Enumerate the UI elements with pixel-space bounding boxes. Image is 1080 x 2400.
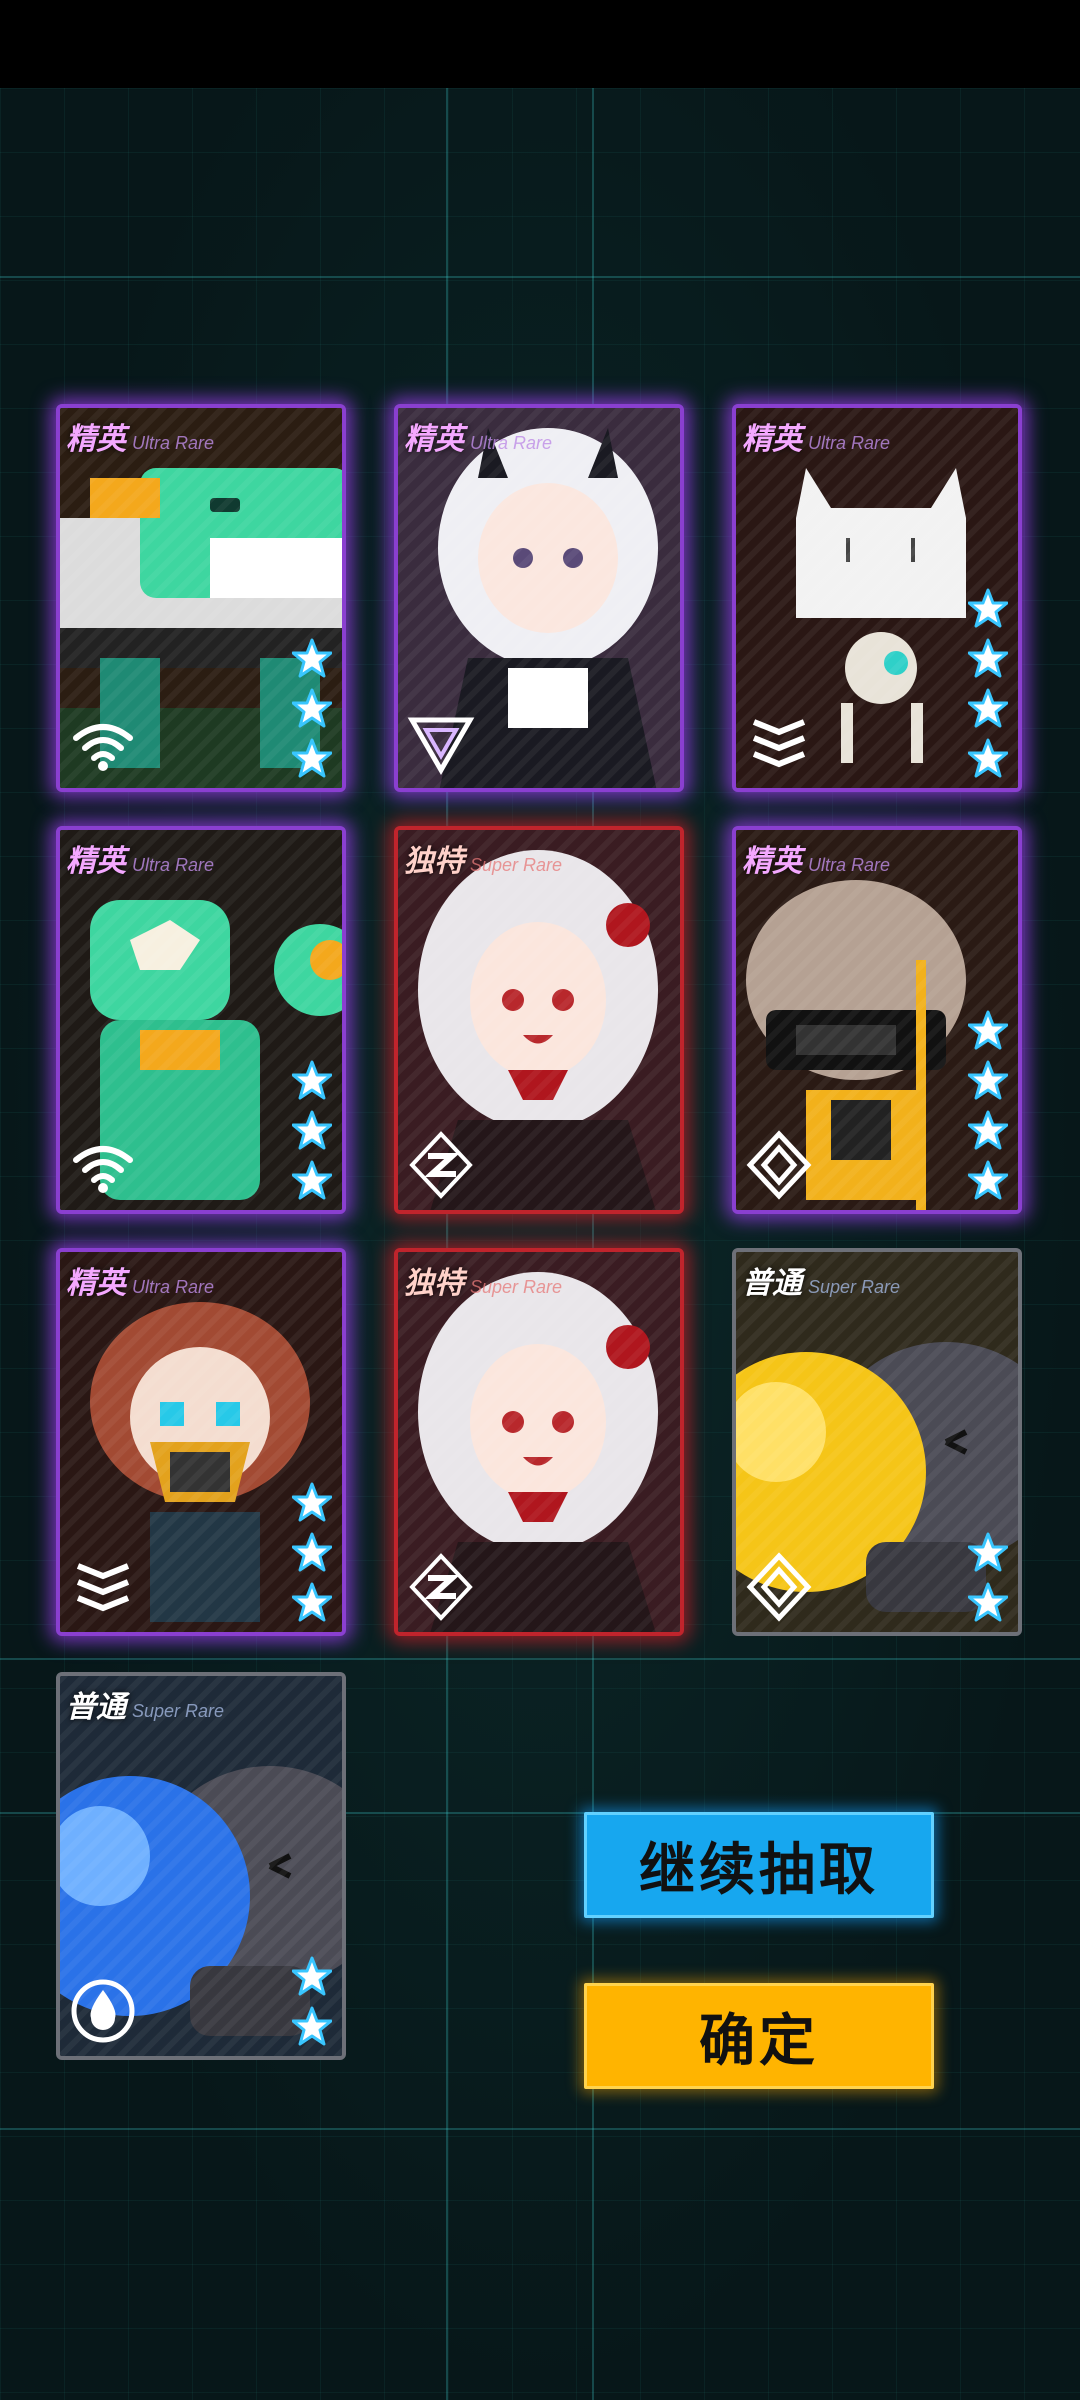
card-rarity-header: 精英 Ultra Rare [66,414,336,457]
star-rating [966,1530,1010,1624]
card-rarity-header: 独特 Super Rare [404,1258,674,1301]
rarity-label: 精英 [66,844,126,879]
card-rarity-header: 精英 Ultra Rare [66,836,336,879]
grid-line [0,1658,1080,1660]
rarity-label: 精英 [742,844,802,879]
character-card[interactable]: 精英 Ultra Rare [56,1248,346,1636]
wifi-icon [68,1130,138,1200]
rarity-english-label: Ultra Rare [470,433,553,453]
star-icon [290,1108,334,1152]
star-icon [966,636,1010,680]
star-icon [966,1530,1010,1574]
zigzag-icon [406,1552,476,1622]
character-card[interactable]: 独特 Super Rare [394,826,684,1214]
star-rating [290,1954,334,2048]
rarity-english-label: Ultra Rare [132,1277,215,1297]
star-icon [290,686,334,730]
rarity-label: 精英 [66,1266,126,1301]
continue-draw-button[interactable]: 继续抽取 [584,1812,934,1918]
rarity-english-label: Super Rare [470,1277,563,1297]
star-icon [290,1580,334,1624]
card-rarity-header: 精英 Ultra Rare [404,414,674,457]
star-icon [290,2004,334,2048]
grid-line [0,2128,1080,2130]
star-icon [290,636,334,680]
drop-icon [68,1976,138,2046]
star-icon [966,586,1010,630]
character-card[interactable]: 精英 Ultra Rare [394,404,684,792]
rarity-label: 普通 [742,1266,802,1301]
status-bar [0,0,1080,88]
wifi-icon [68,708,138,778]
rarity-english-label: Super Rare [470,855,563,875]
rarity-english-label: Super Rare [132,1701,225,1721]
card-rarity-header: 精英 Ultra Rare [742,836,1012,879]
rarity-label: 独特 [404,844,464,879]
grid-line [0,276,1080,278]
character-card[interactable]: 普通 Super Rare [56,1672,346,2060]
star-icon [290,1480,334,1524]
star-icon [966,1008,1010,1052]
character-card[interactable]: 精英 Ultra Rare [732,404,1022,792]
confirm-button[interactable]: 确定 [584,1983,934,2089]
star-rating [290,1058,334,1202]
rarity-label: 精英 [742,422,802,457]
star-icon [290,1058,334,1102]
zigzag-icon [406,1130,476,1200]
star-icon [966,1580,1010,1624]
rarity-label: 普通 [66,1690,126,1725]
star-rating [290,1480,334,1624]
star-icon [966,1108,1010,1152]
star-icon [966,1158,1010,1202]
chevron-stack-icon [68,1552,138,1622]
character-card[interactable]: 普通 Super Rare [732,1248,1022,1636]
star-icon [966,686,1010,730]
star-rating [966,586,1010,780]
card-rarity-header: 普通 Super Rare [742,1258,1012,1301]
triangle-icon [406,708,476,778]
character-card[interactable]: 精英 Ultra Rare [56,826,346,1214]
rarity-label: 精英 [66,422,126,457]
card-rarity-header: 独特 Super Rare [404,836,674,879]
card-rarity-header: 精英 Ultra Rare [742,414,1012,457]
star-icon [966,736,1010,780]
diamond-icon [744,1130,814,1200]
rarity-label: 独特 [404,1266,464,1301]
character-card[interactable]: 独特 Super Rare [394,1248,684,1636]
card-rarity-header: 普通 Super Rare [66,1682,336,1725]
star-icon [290,1158,334,1202]
diamond-icon [744,1552,814,1622]
card-rarity-header: 精英 Ultra Rare [66,1258,336,1301]
rarity-english-label: Super Rare [808,1277,901,1297]
star-icon [290,1530,334,1574]
rarity-english-label: Ultra Rare [132,433,215,453]
rarity-english-label: Ultra Rare [132,855,215,875]
rarity-label: 精英 [404,422,464,457]
star-icon [966,1058,1010,1102]
character-card[interactable]: 精英 Ultra Rare [56,404,346,792]
rarity-english-label: Ultra Rare [808,855,891,875]
star-icon [290,736,334,780]
star-rating [290,636,334,780]
star-icon [290,1954,334,1998]
character-card[interactable]: 精英 Ultra Rare [732,826,1022,1214]
chevron-stack-icon [744,708,814,778]
star-rating [966,1008,1010,1202]
rarity-english-label: Ultra Rare [808,433,891,453]
